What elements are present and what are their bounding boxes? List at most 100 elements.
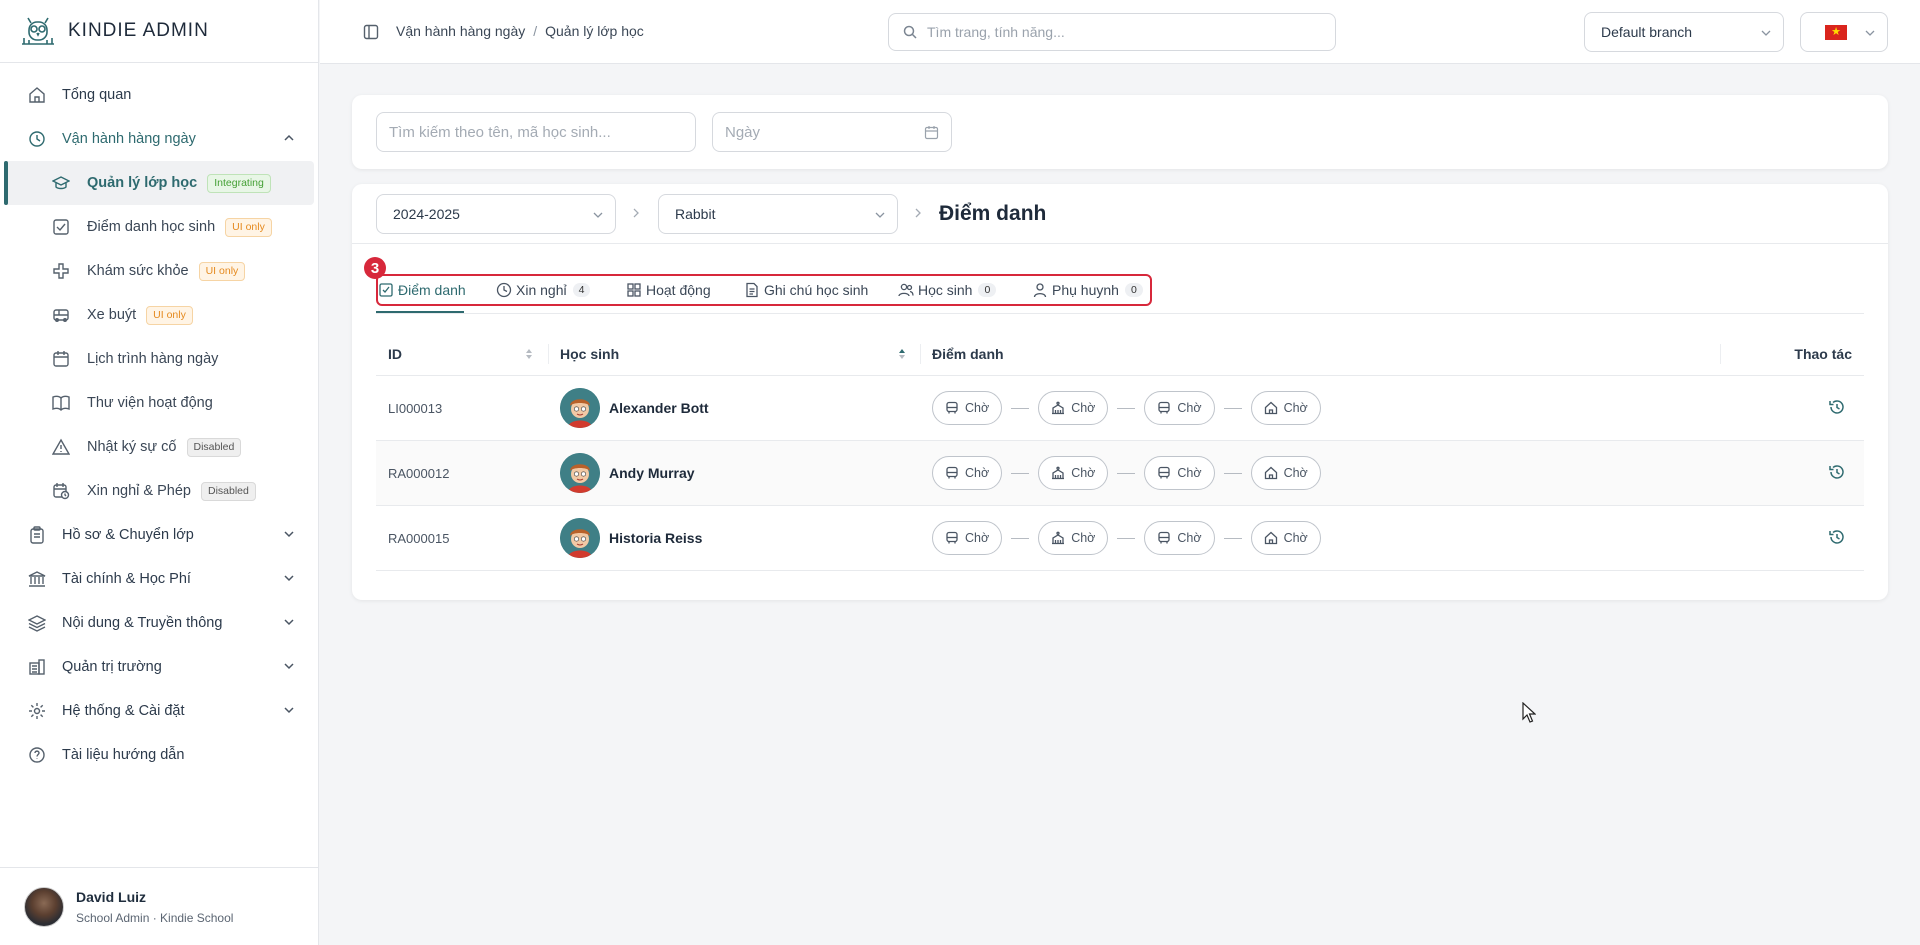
status-label: Chờ bbox=[1177, 466, 1202, 480]
language-select[interactable]: ★ bbox=[1800, 12, 1888, 52]
mouse-cursor-icon bbox=[1522, 702, 1536, 723]
sidebar-item-ho-so[interactable]: Hồ sơ & Chuyển lớp bbox=[0, 513, 318, 557]
history-icon[interactable] bbox=[1828, 463, 1846, 481]
chevron-down-icon bbox=[284, 575, 294, 582]
brand-name: KINDIE ADMIN bbox=[68, 20, 209, 41]
sidebar-subitem-quan-ly-lop-hoc[interactable]: Quản lý lớp học Integrating bbox=[4, 161, 314, 205]
tab-label: Phụ huynh bbox=[1052, 282, 1119, 298]
column-header-student[interactable]: Học sinh bbox=[560, 346, 619, 362]
global-search-input[interactable] bbox=[927, 24, 1327, 40]
tab-phu-huynh[interactable]: Phụ huynh 0 bbox=[1032, 274, 1143, 306]
school-icon bbox=[1051, 466, 1065, 480]
student-search-field[interactable] bbox=[376, 112, 696, 152]
sidebar-item-tai-chinh[interactable]: Tài chính & Học Phí bbox=[0, 557, 318, 601]
student-search-input[interactable] bbox=[389, 123, 695, 141]
tab-label: Điểm danh bbox=[398, 282, 466, 298]
column-divider bbox=[548, 344, 549, 364]
warning-icon bbox=[52, 438, 70, 456]
attendance-status-chip[interactable]: Chờ bbox=[1038, 521, 1109, 555]
attendance-status-chip[interactable]: Chờ bbox=[1250, 521, 1321, 555]
sidebar-toggle-icon[interactable] bbox=[363, 24, 379, 40]
attendance-status-chip[interactable]: Chờ bbox=[1038, 456, 1109, 490]
sidebar-item-van-hanh[interactable]: Vận hành hàng ngày bbox=[0, 117, 318, 161]
status-connector bbox=[1117, 472, 1136, 474]
sort-icon[interactable] bbox=[898, 348, 906, 360]
sidebar-item-label: Hệ thống & Cài đặt bbox=[62, 703, 185, 719]
status-connector bbox=[1223, 472, 1242, 474]
date-input[interactable] bbox=[725, 123, 951, 141]
calendar-icon bbox=[52, 350, 70, 368]
attendance-card: 2024-2025 Rabbit Điểm danh 3 Điểm danh X… bbox=[352, 184, 1888, 600]
sort-icon[interactable] bbox=[525, 348, 533, 360]
chevron-up-icon bbox=[284, 134, 294, 141]
attendance-status-chip[interactable]: Chờ bbox=[932, 456, 1003, 490]
sidebar-subitem-thu-vien[interactable]: Thư viện hoạt động bbox=[0, 381, 318, 425]
history-icon[interactable] bbox=[1828, 398, 1846, 416]
school-year-select[interactable]: 2024-2025 bbox=[376, 194, 616, 234]
user-profile[interactable]: David Luiz School Admin · Kindie School bbox=[0, 867, 318, 945]
sidebar-item-tong-quan[interactable]: Tổng quan bbox=[0, 73, 318, 117]
chevron-down-icon bbox=[1865, 30, 1875, 36]
sidebar-subitem-diem-danh[interactable]: Điểm danh học sinh UI only bbox=[0, 205, 318, 249]
history-icon[interactable] bbox=[1828, 528, 1846, 546]
sidebar-item-label: Tài liệu hướng dẫn bbox=[62, 747, 185, 763]
book-icon bbox=[52, 394, 70, 412]
sidebar-item-quan-tri[interactable]: Quản trị trường bbox=[0, 645, 318, 689]
attendance-status-chip[interactable]: Chờ bbox=[1144, 521, 1215, 555]
global-search[interactable] bbox=[888, 13, 1336, 51]
tab-hoc-sinh[interactable]: Học sinh 0 bbox=[898, 274, 997, 306]
status-label: Chờ bbox=[1177, 401, 1202, 415]
sidebar-subitem-lich-trinh[interactable]: Lịch trình hàng ngày bbox=[0, 337, 318, 381]
student-avatar bbox=[560, 518, 600, 558]
status-label: Chờ bbox=[1283, 531, 1308, 545]
tab-label: Học sinh bbox=[918, 282, 973, 298]
attendance-status-chip[interactable]: Chờ bbox=[1038, 391, 1109, 425]
chevron-down-icon bbox=[284, 531, 294, 538]
tab-xin-nghi[interactable]: Xin nghỉ 4 bbox=[496, 274, 591, 306]
column-header-id[interactable]: ID bbox=[388, 346, 402, 362]
class-select-value: Rabbit bbox=[675, 206, 716, 222]
class-select[interactable]: Rabbit bbox=[658, 194, 898, 234]
sidebar-subitem-xe-buyt[interactable]: Xe buýt UI only bbox=[0, 293, 318, 337]
attendance-status-chip[interactable]: Chờ bbox=[1250, 456, 1321, 490]
attendance-steps: Chờ Chờ Chờ Chờ bbox=[932, 456, 1321, 490]
date-field[interactable] bbox=[712, 112, 952, 152]
student-name[interactable]: Andy Murray bbox=[609, 465, 695, 481]
sidebar-subitem-xin-nghi[interactable]: Xin nghỉ & Phép Disabled bbox=[0, 469, 318, 513]
sidebar-item-noi-dung[interactable]: Nội dung & Truyền thông bbox=[0, 601, 318, 645]
page-title: Điểm danh bbox=[939, 202, 1047, 225]
sidebar-subitem-nhat-ky[interactable]: Nhật ký sự cố Disabled bbox=[0, 425, 318, 469]
student-name[interactable]: Alexander Bott bbox=[609, 400, 709, 416]
branch-select[interactable]: Default branch bbox=[1584, 12, 1784, 52]
sidebar-subitem-kham-suc-khoe[interactable]: Khám sức khỏe UI only bbox=[0, 249, 318, 293]
attendance-status-chip[interactable]: Chờ bbox=[932, 521, 1003, 555]
home-icon bbox=[1264, 531, 1278, 545]
attendance-status-chip[interactable]: Chờ bbox=[1144, 456, 1215, 490]
sidebar-subitem-label: Xe buýt bbox=[87, 307, 137, 323]
status-label: Chờ bbox=[1071, 401, 1096, 415]
help-circle-icon bbox=[28, 746, 46, 764]
tab-diem-danh[interactable]: Điểm danh bbox=[378, 274, 466, 306]
attendance-status-chip[interactable]: Chờ bbox=[1250, 391, 1321, 425]
tab-hoat-dong[interactable]: Hoạt động bbox=[626, 274, 711, 306]
status-label: Chờ bbox=[965, 401, 990, 415]
tab-label: Xin nghỉ bbox=[516, 282, 567, 298]
sidebar-item-tai-lieu[interactable]: Tài liệu hướng dẫn bbox=[0, 733, 318, 777]
tab-ghi-chu[interactable]: Ghi chú học sinh bbox=[744, 274, 868, 306]
student-name[interactable]: Historia Reiss bbox=[609, 530, 702, 546]
status-connector bbox=[1011, 407, 1030, 409]
status-badge: Integrating bbox=[207, 173, 271, 193]
brand[interactable]: KINDIE ADMIN bbox=[0, 0, 318, 63]
status-label: Chờ bbox=[1071, 531, 1096, 545]
student-id: RA000012 bbox=[388, 466, 450, 481]
breadcrumb-item[interactable]: Vận hành hàng ngày bbox=[396, 23, 525, 39]
sidebar-subitem-label: Nhật ký sự cố bbox=[87, 439, 177, 455]
grid-icon bbox=[626, 282, 642, 298]
sidebar-item-label: Tài chính & Học Phí bbox=[62, 571, 191, 587]
sidebar-item-label: Tổng quan bbox=[62, 87, 132, 103]
sidebar-item-he-thong[interactable]: Hệ thống & Cài đặt bbox=[0, 689, 318, 733]
gear-icon bbox=[28, 702, 46, 720]
attendance-status-chip[interactable]: Chờ bbox=[1144, 391, 1215, 425]
tab-label: Ghi chú học sinh bbox=[764, 282, 869, 298]
attendance-status-chip[interactable]: Chờ bbox=[932, 391, 1003, 425]
